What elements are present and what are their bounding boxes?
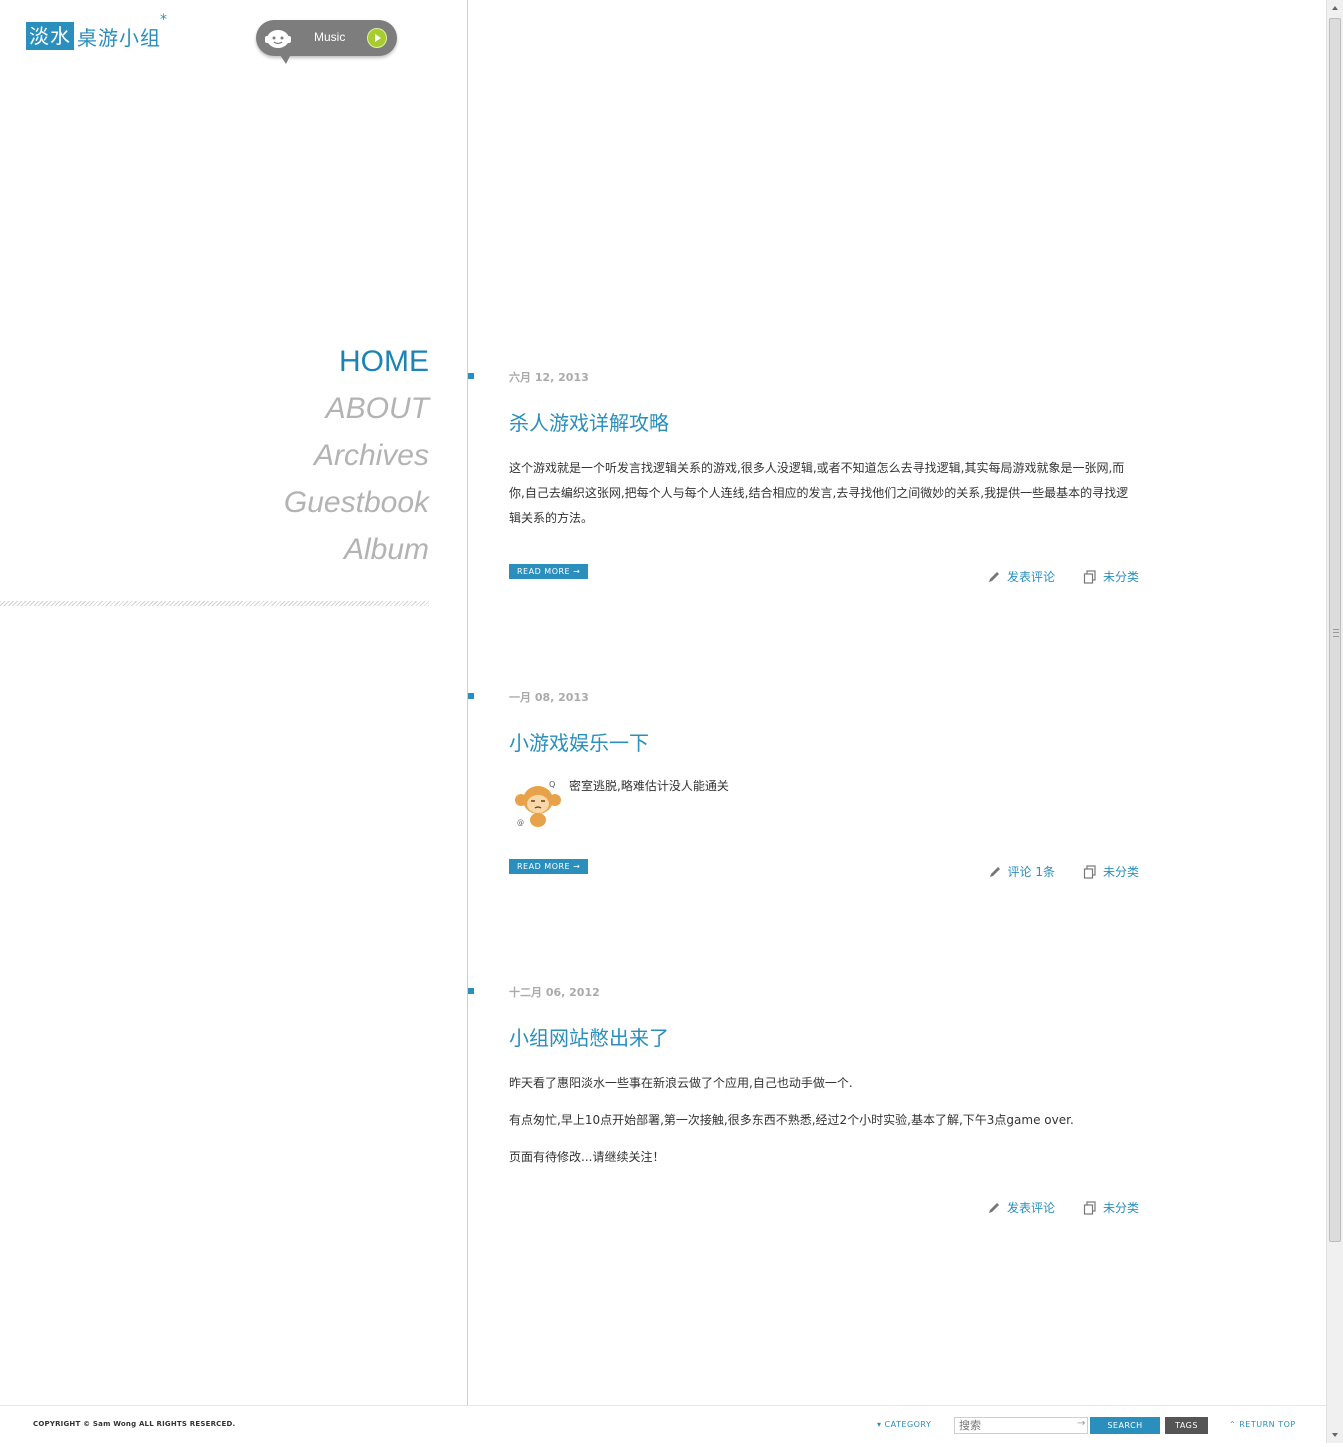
- vertical-divider: [467, 0, 468, 1405]
- category-label: 未分类: [1102, 1201, 1139, 1215]
- arrow-right-icon: →: [1077, 1418, 1086, 1429]
- music-label: Music: [314, 30, 346, 44]
- post-excerpt: 这个游戏就是一个听发言找逻辑关系的游戏,很多人没逻辑,或者不知道怎么去寻找逻辑,…: [509, 456, 1139, 531]
- category-label: 未分类: [1102, 865, 1139, 879]
- site-logo[interactable]: 淡水 桌游小组 *: [26, 12, 167, 50]
- return-top-link[interactable]: ⌃ RETURN TOP: [1229, 1420, 1296, 1429]
- category-link[interactable]: 未分类: [1083, 1199, 1139, 1216]
- scroll-down-icon[interactable]: [1327, 1426, 1343, 1443]
- comment-label: 评论 1条: [1007, 865, 1055, 879]
- music-widget[interactable]: Music: [256, 20, 397, 64]
- logo-star: *: [160, 12, 167, 28]
- nav-item-home[interactable]: HOME: [284, 338, 429, 385]
- read-more-button[interactable]: READ MORE →: [509, 859, 589, 874]
- main-nav: HOME ABOUT Archives Guestbook Album: [284, 338, 429, 573]
- comment-link[interactable]: 发表评论: [987, 1199, 1055, 1216]
- category-dropdown[interactable]: ▾ CATEGORY: [877, 1420, 931, 1429]
- scroll-up-icon[interactable]: [1327, 0, 1343, 17]
- post-date: 一月 08, 2013: [509, 691, 589, 704]
- post-paragraph: 有点匆忙,早上10点开始部署,第一次接触,很多东西不熟悉,经过2个小时实验,基本…: [509, 1113, 1074, 1127]
- category-link[interactable]: 未分类: [1083, 863, 1139, 880]
- post-meta: 发表评论 未分类: [987, 568, 1139, 585]
- post-excerpt: Q @ 密室逃脱,略难估计没人能通关: [509, 778, 1139, 828]
- pages-icon: [1083, 569, 1097, 584]
- logo-boxed-text: 淡水: [26, 22, 74, 50]
- vertical-scrollbar[interactable]: [1326, 0, 1343, 1443]
- search-input[interactable]: [954, 1417, 1088, 1434]
- post-excerpt: 昨天看了惠阳淡水一些事在新浪云做了个应用,自己也动手做一个. 有点匆忙,早上10…: [509, 1071, 1139, 1170]
- post-paragraph: 昨天看了惠阳淡水一些事在新浪云做了个应用,自己也动手做一个.: [509, 1076, 853, 1090]
- logo-text: 桌游小组: [77, 25, 161, 50]
- post-title-link[interactable]: 小组网站憋出来了: [509, 1022, 1139, 1051]
- post-meta: 评论 1条 未分类: [988, 863, 1139, 880]
- tags-button[interactable]: TAGS: [1165, 1417, 1208, 1434]
- post-title-link[interactable]: 小游戏娱乐一下: [509, 727, 1139, 756]
- sidebar-divider: [0, 601, 429, 606]
- grip-icon: [1333, 629, 1339, 637]
- read-more-button[interactable]: READ MORE →: [509, 564, 589, 579]
- comment-link[interactable]: 发表评论: [987, 568, 1055, 585]
- face-icon: [264, 26, 292, 54]
- copyright-text: COPYRIGHT © Sam Wong ALL RIGHTS RESERCED…: [33, 1420, 236, 1428]
- post-date: 十二月 06, 2012: [509, 986, 600, 999]
- post-item: 六月 12, 2013 杀人游戏详解攻略 这个游戏就是一个听发言找逻辑关系的游戏…: [468, 371, 1139, 585]
- footer-bar: COPYRIGHT © Sam Wong ALL RIGHTS RESERCED…: [0, 1405, 1326, 1444]
- comment-label: 发表评论: [1006, 570, 1055, 584]
- pages-icon: [1083, 864, 1097, 879]
- scrollbar-thumb[interactable]: [1329, 18, 1341, 1242]
- pencil-icon: [987, 570, 1001, 584]
- post-item: 一月 08, 2013 小游戏娱乐一下 Q @ 密室逃脱,略难估计没人能通关 R…: [468, 691, 1139, 885]
- post-meta: 发表评论 未分类: [987, 1199, 1139, 1216]
- svg-text:Q: Q: [549, 780, 555, 789]
- post-paragraph: 页面有待修改...请继续关注！: [509, 1150, 665, 1164]
- post-marker: [468, 693, 474, 699]
- monkey-icon[interactable]: Q @: [513, 778, 563, 828]
- post-paragraph: 密室逃脱,略难估计没人能通关: [569, 779, 729, 793]
- post-date: 六月 12, 2013: [509, 371, 589, 384]
- category-label: 未分类: [1102, 570, 1139, 584]
- pencil-icon: [987, 1201, 1001, 1215]
- comment-link[interactable]: 评论 1条: [988, 863, 1055, 880]
- search-button[interactable]: SEARCH: [1090, 1417, 1160, 1434]
- svg-text:@: @: [517, 819, 524, 827]
- nav-item-album[interactable]: Album: [284, 526, 429, 573]
- nav-item-about[interactable]: ABOUT: [284, 385, 429, 432]
- post-title-link[interactable]: 杀人游戏详解攻略: [509, 407, 1139, 436]
- nav-item-archives[interactable]: Archives: [284, 432, 429, 479]
- comment-label: 发表评论: [1006, 1201, 1055, 1215]
- play-icon[interactable]: [367, 28, 387, 48]
- pages-icon: [1083, 1200, 1097, 1215]
- category-link[interactable]: 未分类: [1083, 568, 1139, 585]
- post-marker: [468, 373, 474, 379]
- nav-item-guestbook[interactable]: Guestbook: [284, 479, 429, 526]
- post-marker: [468, 988, 474, 994]
- pencil-icon: [988, 865, 1002, 879]
- post-paragraph: 这个游戏就是一个听发言找逻辑关系的游戏,很多人没逻辑,或者不知道怎么去寻找逻辑,…: [509, 461, 1129, 525]
- post-item: 十二月 06, 2012 小组网站憋出来了 昨天看了惠阳淡水一些事在新浪云做了个…: [468, 986, 1139, 1220]
